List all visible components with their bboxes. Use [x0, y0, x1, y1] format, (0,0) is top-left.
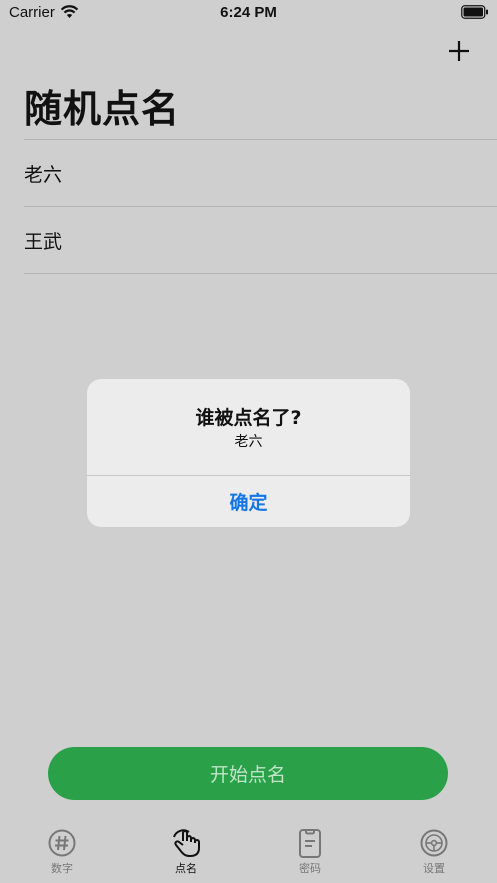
page-title: 随机点名 — [24, 87, 181, 131]
tab-password[interactable]: 密码 — [248, 828, 372, 883]
tab-label: 点名 — [175, 862, 197, 875]
alert-confirm-button[interactable]: 确定 — [87, 476, 410, 527]
plus-icon — [449, 41, 469, 61]
battery-icon — [461, 5, 488, 19]
start-roll-call-button[interactable]: 开始点名 — [48, 747, 448, 800]
add-name-button[interactable] — [444, 36, 474, 66]
tab-numbers[interactable]: 数字 — [0, 828, 124, 883]
tab-label: 设置 — [423, 862, 445, 875]
hash-icon — [48, 829, 76, 857]
alert-title: 谁被点名了? — [195, 407, 302, 429]
alert-message: 老六 — [234, 434, 263, 450]
list-item[interactable]: 老六 — [24, 139, 497, 206]
steering-wheel-icon — [420, 829, 448, 857]
name-list: 老六 王武 — [24, 139, 497, 274]
alert-dialog: 谁被点名了? 老六 确定 — [87, 379, 410, 527]
tab-bar: 数字 点名 密码 设置 — [0, 822, 497, 883]
tab-label: 数字 — [51, 862, 73, 875]
status-time: 6:24 PM — [220, 4, 277, 21]
clipboard-icon — [299, 829, 321, 858]
hand-tap-icon — [173, 829, 200, 857]
tab-settings[interactable]: 设置 — [372, 828, 496, 883]
status-bar: Carrier 6:24 PM — [0, 0, 497, 26]
tab-label: 密码 — [299, 862, 321, 875]
list-item[interactable]: 王武 — [24, 206, 497, 274]
tab-roll-call[interactable]: 点名 — [124, 828, 248, 883]
